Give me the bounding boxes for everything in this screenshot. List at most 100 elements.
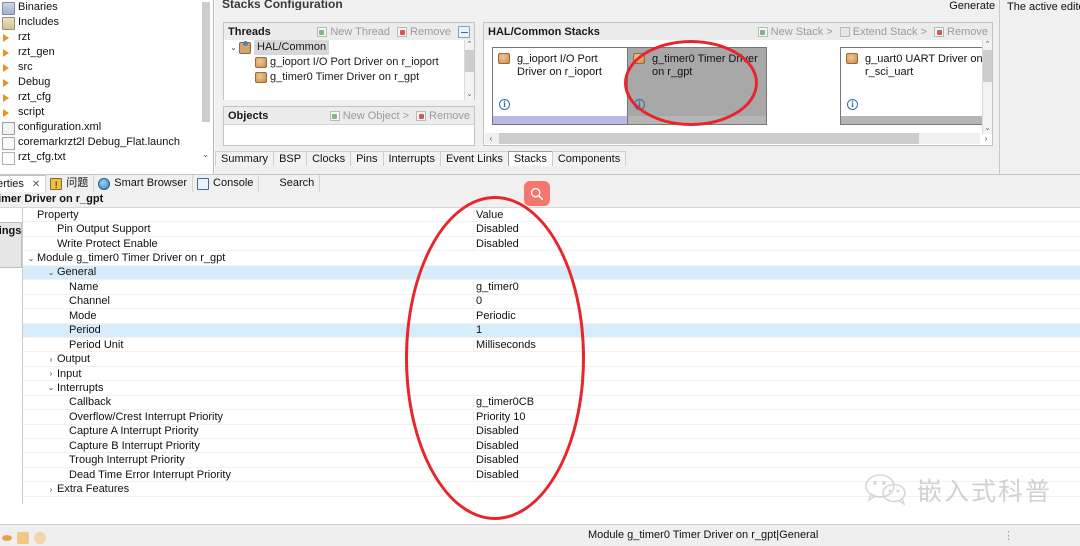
extend-stack-button[interactable]: Extend Stack > [839, 26, 927, 38]
project-tree[interactable]: Binaries Includes rzt rzt_gen src Debug rzt_cf… [0, 0, 213, 165]
scrollbar-thumb[interactable] [499, 133, 919, 144]
property-value-cell[interactable]: Disabled [473, 425, 1080, 438]
threads-scrollbar[interactable]: ⌃ ⌄ [464, 40, 474, 100]
properties-tab-search[interactable]: Search [259, 175, 321, 192]
property-value-cell[interactable]: Disabled [473, 223, 1080, 236]
threads-tree-item[interactable]: g_timer0 Timer Driver on r_gpt [224, 70, 474, 85]
properties-table[interactable]: Property Value Pin Output Support Disabled W… [22, 208, 1080, 504]
property-row[interactable]: Period 1 [23, 323, 1080, 338]
project-explorer-scrollbar[interactable] [202, 2, 210, 162]
property-value-cell[interactable]: Priority 10 [473, 410, 1080, 423]
new-object-button[interactable]: New Object > [329, 110, 409, 122]
threads-tree[interactable]: ⌄ HAL/Common g_ioport I/O Port Driver on r… [224, 40, 474, 100]
project-tree-item[interactable]: rzt_gen [0, 45, 213, 60]
project-tree-item[interactable]: Includes [0, 15, 213, 30]
editor-tab-pins[interactable]: Pins [350, 151, 384, 166]
chevron-right-icon[interactable]: › [45, 369, 57, 378]
property-value-cell[interactable]: 0 [473, 295, 1080, 308]
vertical-dots-icon[interactable]: ⋮ [1003, 529, 1015, 542]
new-thread-button[interactable]: New Thread [317, 26, 390, 38]
property-value-cell[interactable]: g_timer0 [473, 280, 1080, 293]
property-row[interactable]: ⌄ Interrupts [23, 381, 1080, 396]
info-icon[interactable]: i [634, 99, 645, 110]
threads-tree-item[interactable]: ⌄ HAL/Common [224, 40, 474, 55]
chevron-down-icon[interactable]: ⌄ [228, 40, 239, 55]
stacks-vscrollbar[interactable]: ⌃ ⌄ [982, 40, 992, 134]
editor-tab-stacks[interactable]: Stacks [507, 151, 553, 166]
scroll-up-icon[interactable]: ⌃ [983, 40, 992, 50]
scroll-right-icon[interactable]: › [980, 133, 992, 144]
project-tree-item[interactable]: rzt [0, 30, 213, 45]
property-row[interactable]: Name g_timer0 [23, 280, 1080, 295]
project-tree-item[interactable]: rzt_cfg [0, 90, 213, 105]
properties-tab-problems[interactable]: 问题 [46, 175, 95, 194]
project-tree-item[interactable]: coremarkrzt2l Debug_Flat.launch [0, 135, 213, 150]
property-row[interactable]: Callback g_timer0CB [23, 396, 1080, 411]
stack-box[interactable]: g_uart0 UART Driver on r_sci_uart i [840, 47, 990, 125]
project-explorer[interactable]: Binaries Includes rzt rzt_gen src Debug rzt_cf… [0, 0, 214, 176]
property-row[interactable]: Capture A Interrupt Priority Disabled [23, 425, 1080, 439]
property-row[interactable]: Mode Periodic [23, 309, 1080, 324]
property-value-cell[interactable]: 1 [473, 324, 1080, 337]
editor-tab-bsp[interactable]: BSP [273, 151, 308, 166]
project-tree-item[interactable]: configuration.xml [0, 120, 213, 135]
property-row[interactable]: ⌄ General [23, 265, 1080, 281]
chevron-down-icon[interactable]: ⌄ [45, 268, 57, 277]
project-tree-item[interactable]: Debug [0, 75, 213, 90]
remove-stack-button[interactable]: Remove [934, 26, 988, 38]
close-icon[interactable]: ✕ [32, 176, 40, 193]
property-row[interactable]: Property Value [23, 208, 1080, 223]
property-row[interactable]: › Output [23, 352, 1080, 367]
property-row[interactable]: › Input [23, 367, 1080, 382]
property-row[interactable]: Pin Output Support Disabled [23, 222, 1080, 237]
stacks-hscrollbar[interactable]: ‹ › [485, 133, 987, 144]
properties-tab-erties[interactable]: erties ✕ [0, 175, 47, 193]
scrollbar-thumb[interactable] [202, 2, 210, 122]
settings-side-tab[interactable]: Settings [0, 222, 22, 268]
scroll-up-icon[interactable]: ⌃ [465, 40, 474, 50]
stack-box[interactable]: g_timer0 Timer Driver on r_gpt i [627, 47, 767, 125]
remove-thread-button[interactable]: Remove [397, 26, 451, 38]
new-stack-button[interactable]: New Stack > [757, 26, 833, 38]
info-icon[interactable]: i [847, 99, 858, 110]
property-value-cell[interactable]: Periodic [473, 309, 1080, 322]
stacks-canvas[interactable]: g_ioport I/O Port Driver on r_ioport i g_t… [484, 40, 992, 145]
scroll-down-icon[interactable]: ⌄ [465, 90, 474, 100]
property-value-cell[interactable]: Disabled [473, 439, 1080, 452]
property-value-cell[interactable]: Disabled [473, 237, 1080, 250]
project-tree-item[interactable]: Binaries [0, 0, 213, 15]
property-value-cell[interactable]: Value [473, 208, 1080, 221]
editor-tab-bar[interactable]: Summary BSP Clocks Pins Interrupts Event Link… [215, 150, 999, 166]
properties-tab-console[interactable]: Console [193, 175, 260, 192]
scrollbar-thumb[interactable] [465, 50, 474, 72]
property-value-cell[interactable]: Disabled [473, 454, 1080, 467]
chevron-down-icon[interactable]: ⌄ [25, 254, 37, 263]
project-tree-item[interactable]: rzt_cfg.txt [0, 150, 213, 165]
chevron-down-icon[interactable]: ⌄ [200, 149, 211, 160]
property-row[interactable]: Period Unit Milliseconds [23, 338, 1080, 353]
editor-tab-event-links[interactable]: Event Links [439, 151, 509, 166]
property-row[interactable]: ⌄ Module g_timer0 Timer Driver on r_gpt [23, 251, 1080, 266]
scrollbar-thumb[interactable] [983, 50, 992, 82]
threads-tree-item[interactable]: g_ioport I/O Port Driver on r_ioport [224, 55, 474, 70]
property-row[interactable]: Trough Interrupt Priority Disabled [23, 453, 1080, 468]
property-row[interactable]: Channel 0 [23, 295, 1080, 310]
chevron-down-icon[interactable]: ⌄ [45, 383, 57, 392]
chevron-right-icon[interactable]: › [45, 485, 57, 494]
property-value-cell[interactable]: g_timer0CB [473, 396, 1080, 409]
property-value-cell[interactable]: Milliseconds [473, 338, 1080, 351]
editor-tab-interrupts[interactable]: Interrupts [382, 151, 441, 166]
properties-tab-smart-browser[interactable]: Smart Browser [94, 175, 194, 192]
editor-tab-summary[interactable]: Summary [215, 151, 275, 166]
editor-tab-clocks[interactable]: Clocks [306, 151, 352, 166]
project-tree-item[interactable]: script [0, 105, 213, 120]
collapse-all-icon[interactable] [458, 25, 470, 38]
property-row[interactable]: Capture B Interrupt Priority Disabled [23, 439, 1080, 454]
objects-list[interactable] [224, 124, 474, 145]
scroll-left-icon[interactable]: ‹ [485, 133, 497, 144]
editor-tab-components[interactable]: Components [551, 151, 627, 166]
info-icon[interactable]: i [499, 99, 510, 110]
property-row[interactable]: Write Protect Enable Disabled [23, 237, 1080, 252]
stack-box[interactable]: g_ioport I/O Port Driver on r_ioport i [492, 47, 632, 125]
remove-object-button[interactable]: Remove [416, 110, 470, 122]
